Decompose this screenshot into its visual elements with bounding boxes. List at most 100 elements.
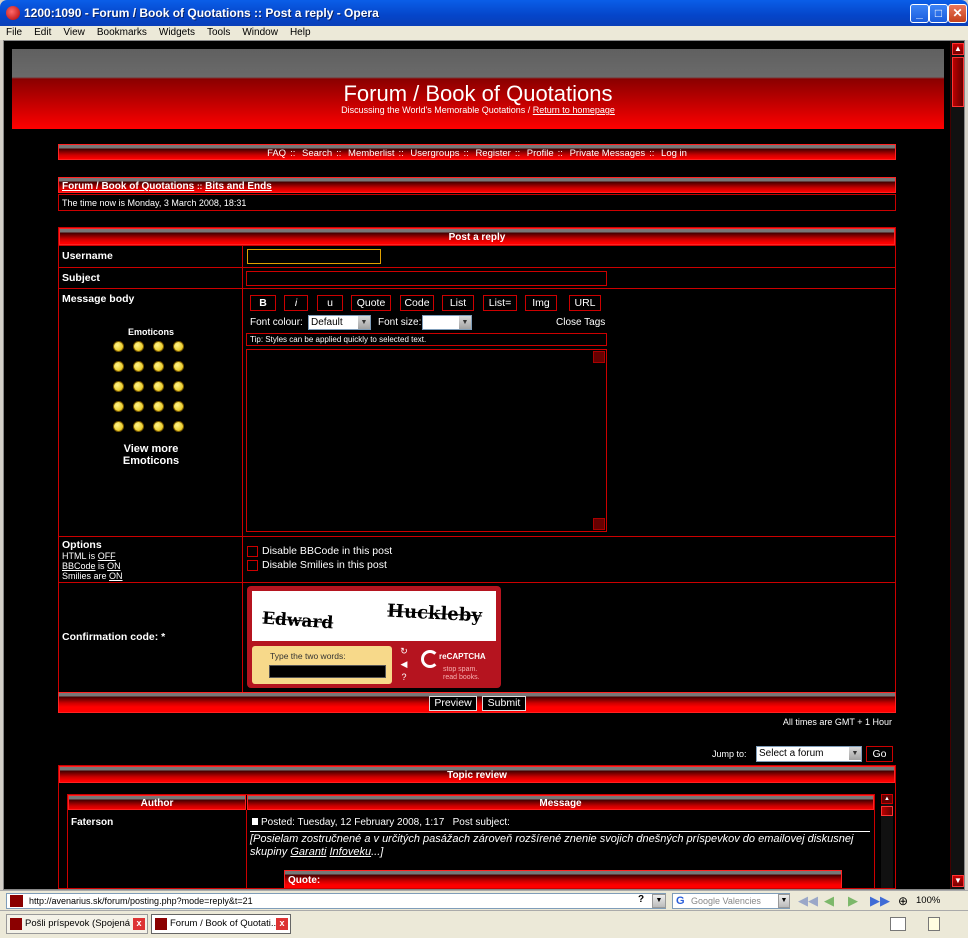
textarea-scroll-down[interactable] [593,518,605,530]
forum-nav: FAQ:: Search:: Memberlist:: Usergroups::… [58,144,896,160]
nav-login[interactable]: Log in [661,148,687,159]
link-garanti[interactable]: Garanti [290,846,326,858]
tab-post-reply[interactable]: Pošli príspevok (Spojená ... x [6,914,148,934]
nav-memberlist[interactable]: Memberlist [348,148,394,159]
back-icon[interactable]: ◀ [824,893,834,909]
page-scrollbar[interactable]: ▲ ▼ [950,41,964,889]
wink-icon[interactable] [173,401,184,412]
minimize-button[interactable]: _ [910,4,929,23]
happy-icon[interactable] [133,361,144,372]
review-scrollbar[interactable]: ▲ [881,794,893,888]
menu-view[interactable]: View [57,26,91,40]
menu-help[interactable]: Help [284,26,317,40]
help-icon[interactable]: ? [634,894,648,908]
razz-icon[interactable] [133,381,144,392]
captcha-word-1: Edward [261,608,334,634]
close-tab-icon[interactable]: x [133,918,145,930]
audio-icon[interactable]: ◀ [397,659,411,670]
tongue-icon[interactable] [173,361,184,372]
link-infoveku[interactable]: Infoveku [330,846,372,858]
scroll-up-button[interactable]: ▲ [952,43,964,55]
arrow-icon[interactable] [173,421,184,432]
image-button[interactable]: Img [525,295,557,311]
search-engine-dropdown[interactable]: ▼ [778,894,790,908]
font-colour-select[interactable]: Default ▼ [308,315,371,330]
review-scroll-thumb[interactable] [881,806,893,816]
captcha-input[interactable] [269,665,386,678]
evil-icon[interactable] [133,401,144,412]
notes-icon[interactable] [928,917,940,931]
menu-file[interactable]: File [0,26,28,40]
breadcrumb-topic[interactable]: Bits and Ends [205,181,272,192]
mad-icon[interactable] [113,401,124,412]
url-button[interactable]: URL [569,295,601,311]
nav-profile[interactable]: Profile [527,148,554,159]
fast-forward-icon[interactable]: ▶▶ [870,893,890,909]
menu-bar: File Edit View Bookmarks Widgets Tools Window H… [0,26,968,40]
ordered-list-button[interactable]: List= [483,295,517,311]
history-dropdown[interactable]: ▼ [652,894,666,908]
username-input[interactable] [247,249,381,264]
underline-button[interactable]: u [317,295,343,311]
textarea-scroll-up[interactable] [593,351,605,363]
scroll-thumb[interactable] [952,57,964,107]
confused-icon[interactable] [113,361,124,372]
nav-register[interactable]: Register [475,148,510,159]
font-size-select[interactable]: ▼ [422,315,472,330]
question-icon[interactable] [133,421,144,432]
menu-widgets[interactable]: Widgets [153,26,201,40]
menu-bookmarks[interactable]: Bookmarks [91,26,153,40]
review-scroll-up[interactable]: ▲ [881,794,893,804]
close-window-button[interactable]: ✕ [948,4,967,23]
italic-button[interactable]: i [284,295,308,311]
return-home-link[interactable]: Return to homepage [533,105,615,115]
address-field[interactable]: http://avenarius.sk/forum/posting.php?mo… [6,893,666,909]
bbcode-link[interactable]: BBCode [62,561,96,571]
zoom-control[interactable]: ⊕ 100% [896,893,962,909]
view-more-emoticons-link[interactable]: View more Emoticons [99,443,203,467]
menu-edit[interactable]: Edit [28,26,57,40]
recaptcha-tagline-2: read books. [443,674,480,681]
bold-button[interactable]: B [250,295,276,311]
disable-smilies-checkbox[interactable] [247,559,258,571]
idea-icon[interactable] [153,421,164,432]
smile-icon[interactable] [113,341,124,352]
forward-icon[interactable]: ▶ [848,893,858,909]
cool-icon[interactable] [153,361,164,372]
help-icon[interactable]: ? [397,672,411,683]
close-tab-icon[interactable]: x [276,918,288,930]
nav-private-messages[interactable]: Private Messages [570,148,646,159]
list-button[interactable]: List [442,295,474,311]
nav-search[interactable]: Search [302,148,332,159]
forum-jump-select[interactable]: Select a forum ▼ [756,746,862,762]
refresh-icon[interactable]: ↻ [397,646,411,657]
disable-bbcode-checkbox[interactable] [247,545,258,557]
sad-icon[interactable] [153,381,164,392]
preview-button[interactable]: Preview [429,696,477,711]
menu-window[interactable]: Window [236,26,284,40]
tab-forum[interactable]: Forum / Book of Quotati... x [151,914,291,934]
grin-icon[interactable] [133,341,144,352]
neutral-icon[interactable] [173,381,184,392]
maximize-button[interactable]: □ [929,4,948,23]
rewind-icon[interactable]: ◀◀ [798,893,818,909]
search-field[interactable]: G Google Valencies [672,893,790,909]
submit-button[interactable]: Submit [482,696,526,711]
shocked-icon[interactable] [113,381,124,392]
breadcrumb-forum[interactable]: Forum / Book of Quotations [62,181,194,192]
surprised-icon[interactable] [173,341,184,352]
close-tags-link[interactable]: Close Tags [556,317,605,328]
nav-usergroups[interactable]: Usergroups [410,148,459,159]
go-button[interactable]: Go [866,746,893,762]
quote-button[interactable]: Quote [351,295,391,311]
message-textarea[interactable] [246,349,607,532]
laugh-icon[interactable] [153,341,164,352]
code-button[interactable]: Code [400,295,434,311]
scroll-down-button[interactable]: ▼ [952,875,964,887]
panel-toggle-icon[interactable] [890,917,906,931]
exclaim-icon[interactable] [113,421,124,432]
nav-faq[interactable]: FAQ [267,148,286,159]
menu-tools[interactable]: Tools [201,26,236,40]
subject-input[interactable] [246,271,607,286]
rolleyes-icon[interactable] [153,401,164,412]
